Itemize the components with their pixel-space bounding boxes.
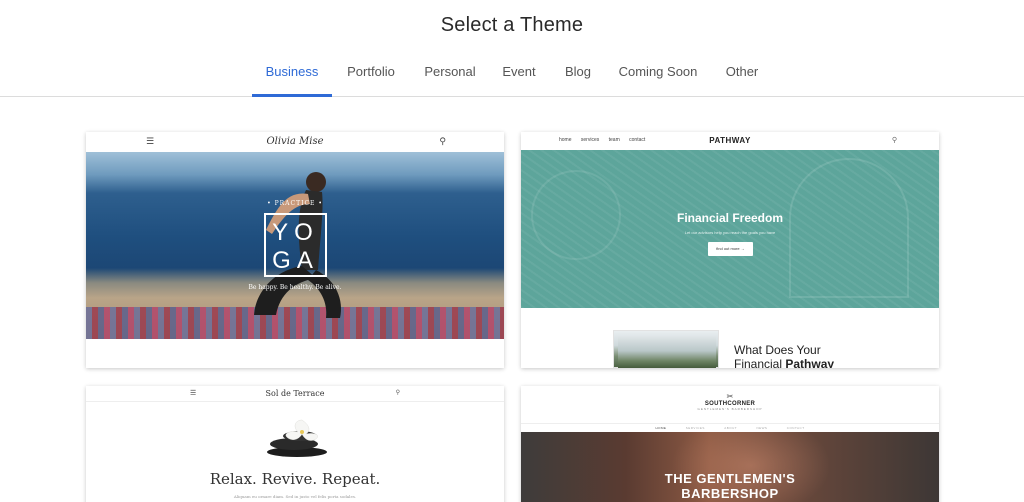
theme-subtext: Let our advisors help you reach the goal…	[684, 230, 776, 235]
page-title: Select a Theme	[440, 14, 584, 36]
scissors-icon: ✂	[726, 392, 734, 401]
search-icon: ⚲	[395, 390, 400, 396]
theme-card-yoga[interactable]: ☰ Olivia Mise ⚲ • PRACTICE • YO GA Be ha…	[86, 132, 504, 368]
theme-preview-header: home services team contact PATHWAY ⚲	[521, 132, 939, 150]
theme-headline: THE GENTLEMEN'S BARBERSHOP	[664, 471, 796, 501]
tab-portfolio[interactable]: Portfolio	[338, 58, 404, 97]
theme-subtext: Aliquam eu ornare diam. Sed in justo vel…	[233, 494, 357, 499]
theme-headline: Relax. Revive. Repeat.	[209, 470, 381, 488]
theme-card-sol-de-terrace[interactable]: ☰ Sol de Terrace ⚲ Relax. Revive. Repeat…	[86, 386, 504, 502]
section-title: What Does Your Financial Pathway	[734, 343, 835, 368]
tab-business[interactable]: Business	[252, 58, 332, 97]
theme-hero-image: Financial Freedom Let our advisors help …	[521, 150, 939, 308]
search-icon: ⚲	[891, 137, 897, 144]
section-photo	[613, 330, 719, 368]
find-out-more-button: find out more →	[708, 242, 753, 256]
theme-logo: Sol de Terrace	[265, 389, 325, 398]
theme-card-pathway[interactable]: home services team contact PATHWAY ⚲ Fin…	[521, 132, 939, 368]
spa-stones-image	[267, 419, 327, 457]
theme-category-tabs: Business Portfolio Personal Event Blog C…	[0, 58, 1024, 97]
nav-item-news: NEWS	[756, 426, 768, 430]
theme-nav: HOME SERVICES ABOUT NEWS CONTACT	[521, 423, 939, 431]
theme-preview-header: ☰ Olivia Mise ⚲	[86, 132, 504, 152]
tab-event[interactable]: Event	[493, 58, 545, 97]
tab-blog[interactable]: Blog	[557, 58, 599, 97]
search-icon: ⚲	[439, 136, 446, 146]
theme-headline: Financial Freedom	[676, 211, 784, 225]
nav-item-home: HOME	[655, 426, 667, 430]
tab-coming-soon[interactable]: Coming Soon	[612, 58, 704, 97]
theme-card-southcorner[interactable]: ✂ SOUTHCORNER GENTLEMEN'S BARBERSHOP HOM…	[521, 386, 939, 502]
tab-personal[interactable]: Personal	[417, 58, 483, 97]
theme-preview-header: ☰ Sol de Terrace ⚲	[86, 386, 504, 402]
nav-item-about: ABOUT	[724, 426, 738, 430]
yoga-title-line1: YO	[272, 219, 319, 246]
theme-overline: • PRACTICE •	[267, 200, 323, 207]
theme-logo: PATHWAY	[709, 136, 751, 145]
yoga-title-line2: GA	[272, 247, 319, 274]
nav-item-services: SERVICES	[685, 426, 705, 430]
tab-other[interactable]: Other	[718, 58, 766, 97]
theme-tagline: Be happy. Be healthy. Be alive.	[248, 284, 342, 291]
theme-brand: ✂ SOUTHCORNER GENTLEMEN'S BARBERSHOP	[521, 392, 939, 411]
nav-item-contact: CONTACT	[786, 426, 805, 430]
yoga-title-box: YO GA	[264, 213, 327, 277]
theme-brand-tag: GENTLEMEN'S BARBERSHOP	[697, 407, 763, 411]
